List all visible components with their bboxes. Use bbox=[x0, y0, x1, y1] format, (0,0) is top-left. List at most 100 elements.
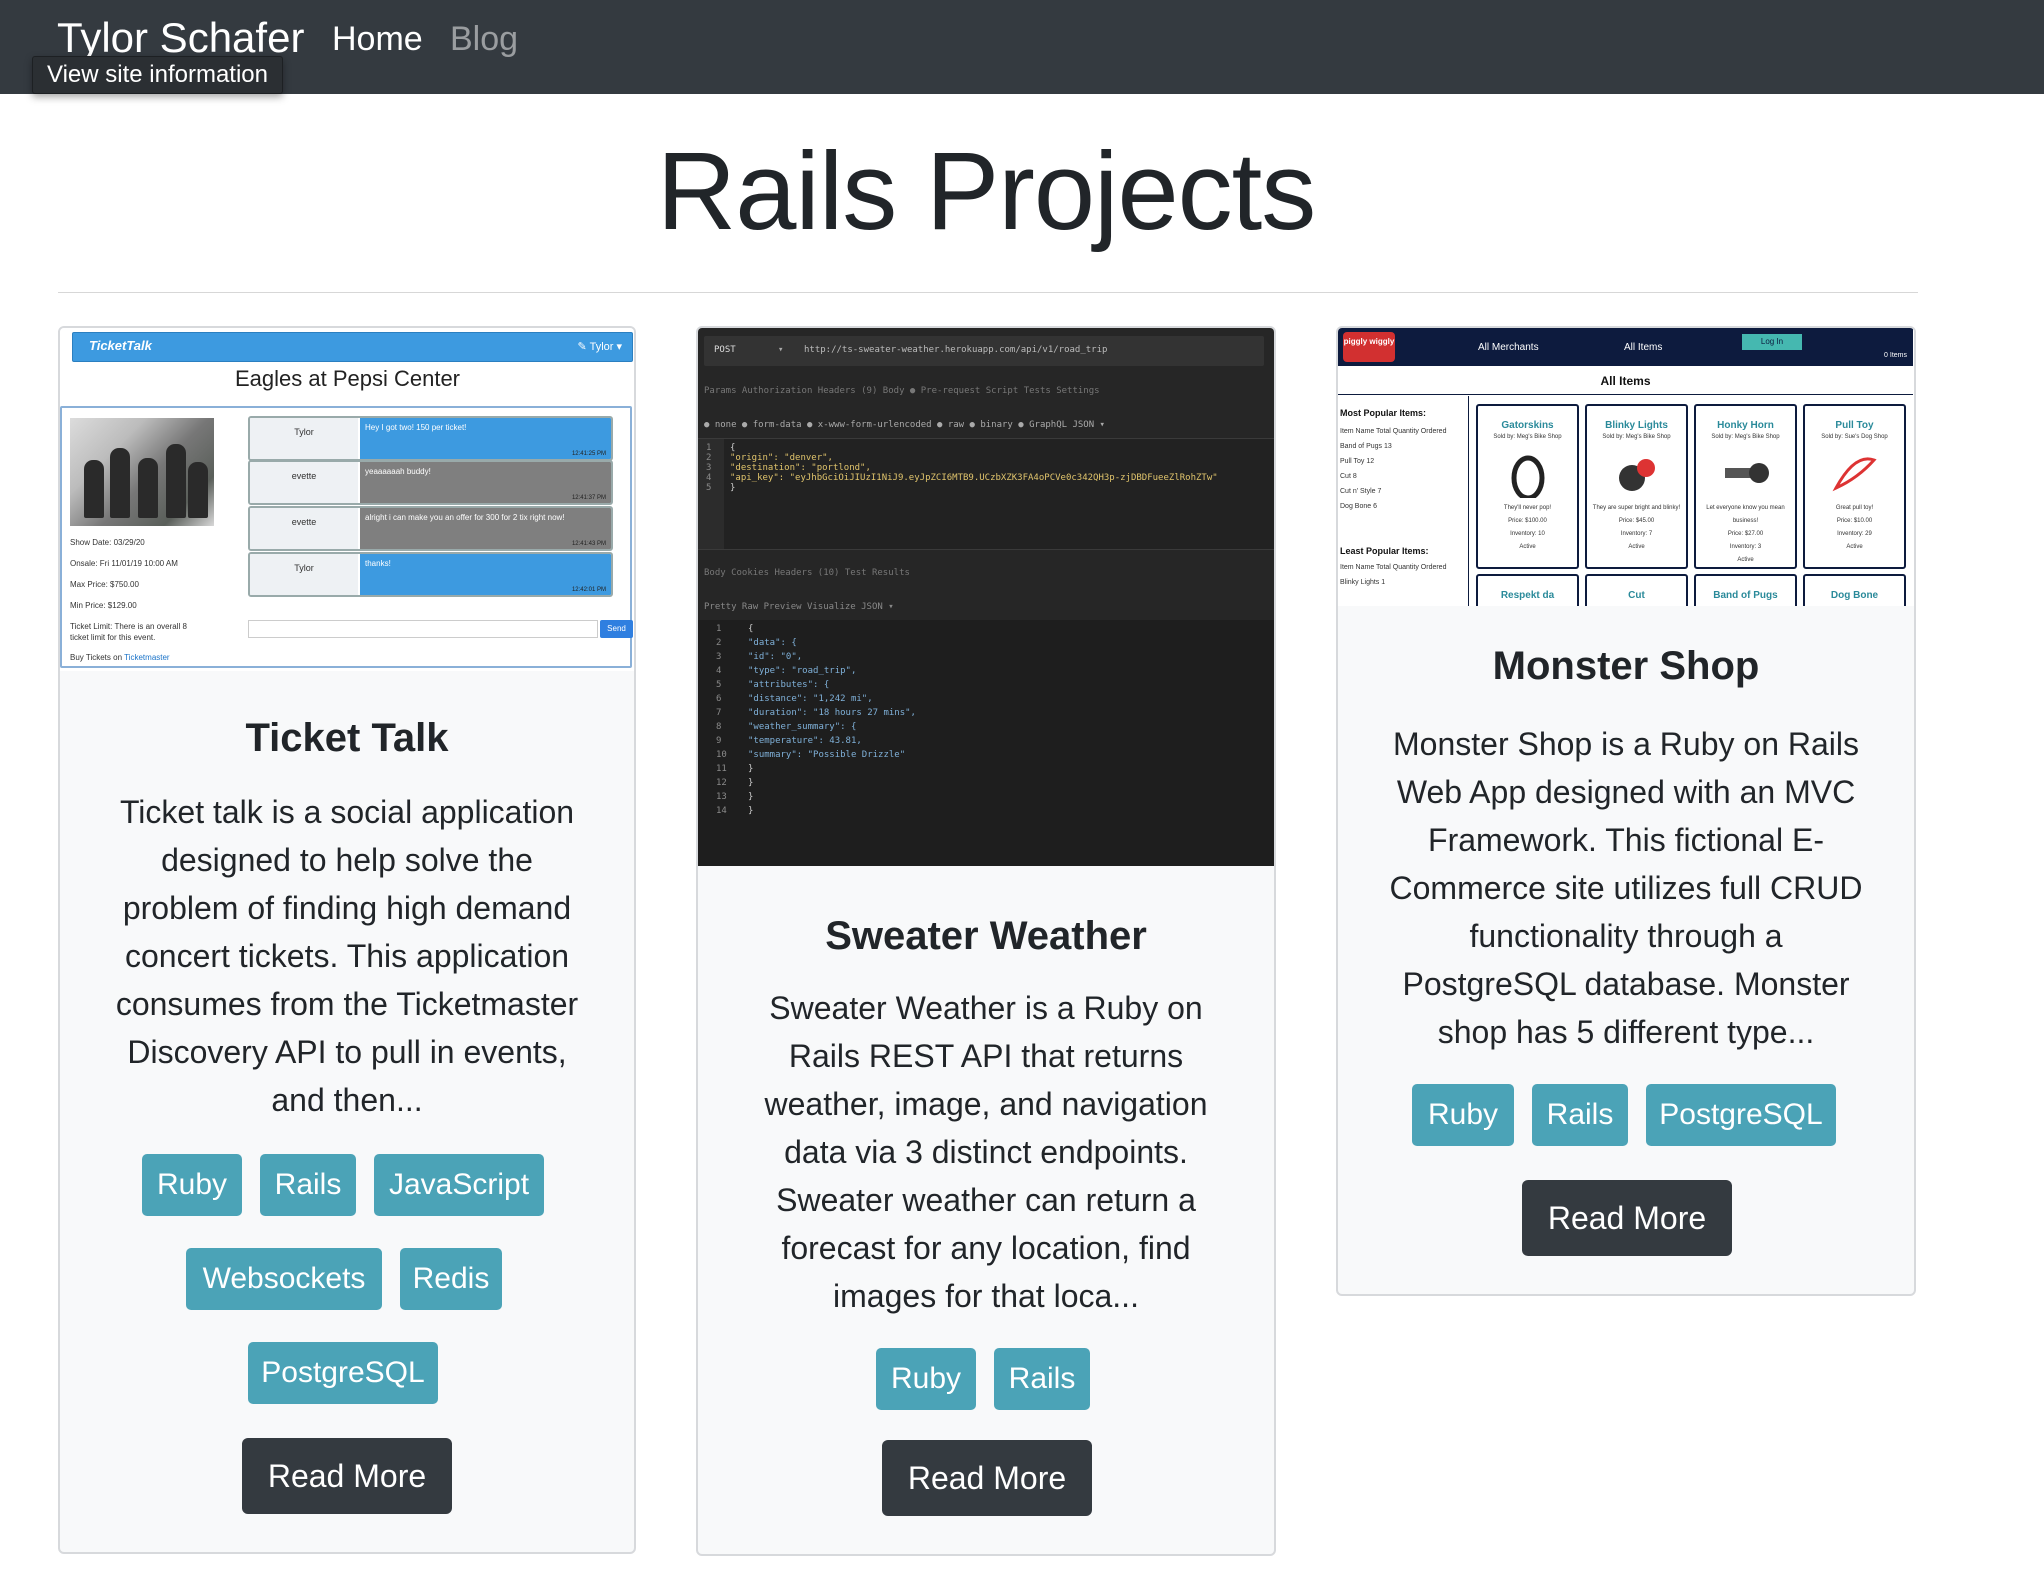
ticket-talk-screenshot: TicketTalk ✎ Tylor ▾ Eagles at Pepsi Cen… bbox=[60, 328, 634, 671]
pm-response-line: { bbox=[748, 624, 754, 634]
project-card-ticket-talk: TicketTalk ✎ Tylor ▾ Eagles at Pepsi Cen… bbox=[58, 326, 636, 1554]
pm-response-line: "id": "0", bbox=[748, 652, 803, 662]
tt-header-bar: TicketTalk ✎ Tylor ▾ bbox=[72, 332, 633, 362]
pm-response-body: 1{2 "data": {3 "id": "0", 4 "type": "road… bbox=[698, 620, 1274, 866]
tag-ruby[interactable]: Ruby bbox=[1412, 1084, 1514, 1146]
ms-popular-row: Band of Pugs 13 bbox=[1340, 443, 1392, 450]
ms-popular-row: Pull Toy 12 bbox=[1340, 458, 1375, 465]
ms-popular-row: Item Name Total Quantity Ordered bbox=[1340, 428, 1447, 435]
top-navbar: Tylor Schafer Home Blog View site inform… bbox=[0, 0, 2044, 94]
pm-request-line: "api_key": "eyJhbGciOiJIUzI1NiJ9.eyJpZCI… bbox=[730, 473, 1218, 483]
pm-response-line: "type": "road_trip", bbox=[748, 666, 857, 676]
postman-window: POST ▾ http://ts-sweater-weather.herokua… bbox=[698, 328, 1274, 866]
tt-logo: TicketTalk bbox=[89, 338, 152, 353]
tt-chat-message: evette yeaaaaaah buddy! 12:41:37 PM bbox=[248, 460, 613, 505]
page-title: Rails Projects bbox=[656, 130, 1316, 253]
title-divider bbox=[58, 292, 1918, 293]
nav-blog-link[interactable]: Blog bbox=[450, 20, 518, 59]
pm-response-line: } bbox=[748, 778, 754, 788]
project-card-monster-shop: piggly wiggly All Merchants All Items Lo… bbox=[1336, 326, 1916, 1296]
card-title: Ticket Talk bbox=[245, 716, 449, 760]
pm-response-line: "temperature": 43.81, bbox=[748, 736, 862, 746]
pm-response-line: "summary": "Possible Drizzle" bbox=[748, 750, 906, 760]
ms-item-card: Band of Pugs bbox=[1694, 574, 1797, 606]
pm-response-mode: Pretty Raw Preview Visualize JSON ▾ bbox=[704, 602, 894, 612]
pm-request-line: "origin": "denver", bbox=[730, 453, 833, 463]
nav-home-link[interactable]: Home bbox=[332, 20, 423, 59]
ms-least-row: Item Name Total Quantity Ordered bbox=[1340, 564, 1447, 571]
sweater-weather-screenshot: POST ▾ http://ts-sweater-weather.herokua… bbox=[698, 328, 1274, 866]
ms-item-card: Blinky Lights Sold by: Meg's Bike Shop The… bbox=[1585, 404, 1688, 569]
pm-response-line: "data": { bbox=[748, 638, 797, 648]
pm-body-options: ● none ● form-data ● x-www-form-urlencod… bbox=[704, 420, 1105, 430]
card-description: Monster Shop is a Ruby on Rails Web App … bbox=[1389, 726, 1863, 1050]
pm-request-line: } bbox=[730, 483, 736, 493]
ms-popular-row: Cut 8 bbox=[1340, 473, 1357, 480]
pm-response-line: } bbox=[748, 792, 754, 802]
card-title: Monster Shop bbox=[1492, 644, 1760, 688]
ms-cart: 0 Items bbox=[1884, 352, 1907, 359]
ms-least-row: Blinky Lights 1 bbox=[1340, 579, 1386, 586]
tag-ruby[interactable]: Ruby bbox=[876, 1348, 976, 1410]
tag-javascript[interactable]: JavaScript bbox=[374, 1154, 544, 1216]
tag-rails[interactable]: Rails bbox=[994, 1348, 1090, 1410]
ms-most-popular: Most Popular Items: bbox=[1340, 408, 1427, 418]
tt-event-title: Eagles at Pepsi Center bbox=[234, 366, 461, 391]
monster-shop-screenshot: piggly wiggly All Merchants All Items Lo… bbox=[1338, 328, 1914, 606]
tt-chat-panel: Show Date: 03/29/20 Onsale: Fri 11/01/19… bbox=[60, 406, 633, 668]
ms-item-image bbox=[1719, 448, 1773, 498]
pm-response-line: "duration": "18 hours 27 mins", bbox=[748, 708, 916, 718]
ms-navbar: piggly wiggly All Merchants All Items Lo… bbox=[1338, 328, 1913, 366]
tt-chat-message: Tylor thanks! 12:42:01 PM bbox=[248, 552, 613, 597]
ms-item-card: Respekt da bbox=[1476, 574, 1579, 606]
pm-request-tabs: Params Authorization Headers (9) Body ● … bbox=[704, 386, 1100, 396]
tag-websockets[interactable]: Websockets bbox=[186, 1248, 382, 1310]
card-description: Ticket talk is a social application desi… bbox=[115, 794, 579, 1118]
ms-item-card: Honky Horn Sold by: Meg's Bike Shop Let ev… bbox=[1694, 404, 1797, 569]
ms-item-image bbox=[1610, 448, 1664, 498]
ms-item-card: Pull Toy Sold by: Sue's Dog Shop Great pul… bbox=[1803, 404, 1906, 569]
pm-request-line: { bbox=[730, 443, 736, 453]
read-more-button[interactable]: Read More bbox=[882, 1440, 1092, 1516]
tag-postgresql[interactable]: PostgreSQL bbox=[1646, 1084, 1836, 1146]
pm-response-line: "distance": "1,242 mi", bbox=[748, 694, 873, 704]
tt-event-info: Show Date: 03/29/20 Onsale: Fri 11/01/19… bbox=[70, 538, 187, 662]
ms-item-image bbox=[1501, 448, 1555, 501]
project-card-sweater-weather: POST ▾ http://ts-sweater-weather.herokua… bbox=[696, 326, 1276, 1556]
pm-url-bar: POST ▾ http://ts-sweater-weather.herokua… bbox=[704, 336, 1264, 366]
ms-popular-row: Cut n' Style 7 bbox=[1340, 488, 1382, 495]
pm-response-line: "attributes": { bbox=[748, 680, 830, 690]
ms-popular-row: Dog Bone 6 bbox=[1340, 503, 1377, 510]
ms-logo: piggly wiggly bbox=[1343, 332, 1395, 362]
tt-message-input bbox=[248, 620, 598, 638]
ms-heading: All Items bbox=[1600, 374, 1651, 388]
read-more-button[interactable]: Read More bbox=[1522, 1180, 1732, 1256]
ms-item-card: Gatorskins Sold by: Meg's Bike Shop They'l… bbox=[1476, 404, 1579, 569]
site-info-tooltip: View site information bbox=[32, 56, 283, 94]
card-title: Sweater Weather bbox=[825, 914, 1147, 958]
tt-chat-message: evette alright i can make you an offer fo… bbox=[248, 506, 613, 551]
pm-response-line: } bbox=[748, 764, 754, 774]
tag-redis[interactable]: Redis bbox=[400, 1248, 502, 1310]
pm-response-line: } bbox=[748, 806, 754, 816]
pm-response-tabs: Body Cookies Headers (10) Test Results bbox=[704, 568, 910, 578]
read-more-button[interactable]: Read More bbox=[242, 1438, 452, 1514]
pm-response-line: "weather_summary": { bbox=[748, 722, 857, 732]
tag-postgresql[interactable]: PostgreSQL bbox=[248, 1342, 438, 1404]
tt-chat-message: Tylor Hey I got two! 150 per ticket! 12:41… bbox=[248, 416, 613, 461]
tag-rails[interactable]: Rails bbox=[1532, 1084, 1628, 1146]
ms-item-image bbox=[1828, 448, 1882, 498]
tag-ruby[interactable]: Ruby bbox=[142, 1154, 242, 1216]
pm-request-line: "destination": "portlond", bbox=[730, 463, 871, 473]
ms-least-popular: Least Popular Items: bbox=[1340, 546, 1429, 556]
card-description: Sweater Weather is a Ruby on Rails REST … bbox=[764, 990, 1208, 1314]
brand-link[interactable]: Tylor Schafer bbox=[57, 14, 304, 62]
ms-item-card: Dog Bone bbox=[1803, 574, 1906, 606]
pm-request-editor: 1{2 "origin": "denver", 3 "destination": … bbox=[698, 438, 1274, 550]
tt-send-button: Send bbox=[600, 620, 633, 638]
tt-user-menu: ✎ Tylor ▾ bbox=[577, 341, 623, 353]
tag-rails[interactable]: Rails bbox=[260, 1154, 356, 1216]
ms-login-button: Log In bbox=[1742, 334, 1802, 350]
ms-item-card: Cut bbox=[1585, 574, 1688, 606]
tt-band-photo bbox=[70, 418, 214, 526]
